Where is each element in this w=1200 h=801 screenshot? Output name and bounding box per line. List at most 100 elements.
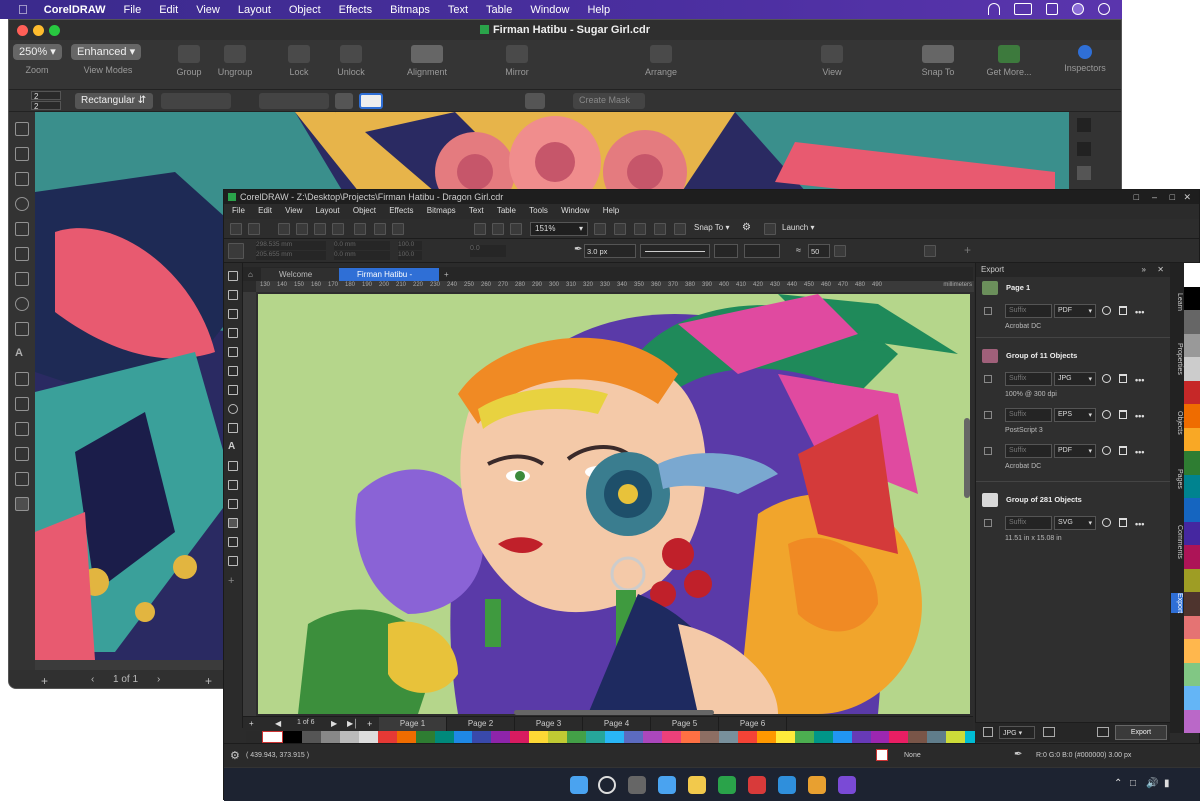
- w-field[interactable]: 0.0 mm: [334, 241, 390, 250]
- swatch[interactable]: [339, 731, 359, 743]
- start-icon[interactable]: [570, 776, 588, 794]
- add-tool-icon[interactable]: +: [228, 575, 238, 587]
- apple-icon[interactable]: : [18, 2, 28, 17]
- tab-page-4[interactable]: Page 4: [583, 717, 651, 731]
- viewmode-dropdown[interactable]: Enhanced ▾: [71, 44, 142, 60]
- tab-welcome[interactable]: Welcome Screen: [261, 268, 339, 292]
- swatch[interactable]: [358, 731, 378, 743]
- layers-icon[interactable]: [1077, 142, 1091, 156]
- shadow-tool-icon[interactable]: [15, 422, 29, 436]
- add-page-end-icon[interactable]: +: [367, 719, 372, 729]
- swatch[interactable]: [1184, 310, 1200, 334]
- volume-icon[interactable]: 🔊: [1146, 778, 1158, 789]
- swatch[interactable]: [1184, 568, 1200, 592]
- menu-app[interactable]: CorelDRAW: [44, 4, 106, 16]
- swatch[interactable]: [1184, 592, 1200, 616]
- menu-effects[interactable]: Effects: [389, 206, 413, 215]
- shape-dropdown[interactable]: Rectangular ⇵: [75, 93, 153, 109]
- trash-icon[interactable]: [1119, 518, 1127, 527]
- more-options-icon[interactable]: •••: [1135, 447, 1144, 457]
- fontmanager-icon[interactable]: [778, 776, 796, 794]
- text-tool-icon[interactable]: A: [228, 442, 238, 452]
- settings-gear-icon[interactable]: [1102, 446, 1111, 455]
- status-gear-icon[interactable]: ⚙: [230, 749, 240, 762]
- swatch[interactable]: [946, 731, 966, 743]
- swatch[interactable]: [1184, 263, 1200, 287]
- group-button[interactable]: Group: [169, 42, 209, 77]
- swatch[interactable]: [1184, 357, 1200, 381]
- swatch[interactable]: [1184, 427, 1200, 451]
- getmore-button[interactable]: Get More...: [981, 42, 1037, 77]
- save-icon[interactable]: [278, 223, 290, 235]
- menu-tools[interactable]: Tools: [529, 206, 548, 215]
- swatch[interactable]: [832, 731, 852, 743]
- suffix-input[interactable]: Suffix: [1005, 372, 1052, 386]
- swatch[interactable]: [491, 731, 511, 743]
- eyedropper-icon[interactable]: [335, 93, 353, 109]
- tab-page-5[interactable]: Page 5: [651, 717, 719, 731]
- tab-page-6[interactable]: Page 6: [719, 717, 787, 731]
- pick-tool-icon[interactable]: [228, 271, 238, 281]
- swatch[interactable]: [1184, 380, 1200, 404]
- swatch[interactable]: [586, 731, 606, 743]
- next-page-icon[interactable]: ›: [157, 674, 160, 685]
- pick-tool-icon[interactable]: [15, 122, 29, 136]
- tray-chevron-icon[interactable]: ⌃: [1114, 778, 1122, 789]
- import-icon[interactable]: [474, 223, 486, 235]
- last-page-icon[interactable]: ▶│: [347, 719, 358, 728]
- swatch[interactable]: [699, 731, 719, 743]
- battery-icon[interactable]: ▮: [1164, 778, 1170, 789]
- ellipse-tool-icon[interactable]: [15, 297, 29, 311]
- minimize-icon[interactable]: [33, 25, 44, 36]
- add-page-icon[interactable]: +: [249, 719, 254, 728]
- menu-bitmaps[interactable]: Bitmaps: [390, 4, 430, 16]
- snapto-button[interactable]: Snap To: [915, 42, 961, 77]
- polygon-tool-icon[interactable]: [228, 423, 238, 433]
- folder-icon[interactable]: [1097, 727, 1109, 737]
- next-page-icon[interactable]: ▶: [331, 719, 337, 728]
- color-palette[interactable]: [262, 731, 985, 743]
- settings-gear-icon[interactable]: [1102, 518, 1111, 527]
- swatch[interactable]: [548, 731, 568, 743]
- clock-icon[interactable]: [1098, 3, 1110, 15]
- artistic-media-icon[interactable]: [228, 366, 238, 376]
- guidelines-icon[interactable]: [654, 223, 666, 235]
- grid-icon[interactable]: [634, 223, 646, 235]
- tab-page-1[interactable]: Page 1: [379, 717, 447, 731]
- minimize-icon[interactable]: –: [1152, 190, 1157, 204]
- blend-tool-icon[interactable]: [15, 397, 29, 411]
- add-button[interactable]: +: [964, 243, 971, 257]
- more-options-icon[interactable]: •••: [1135, 307, 1144, 317]
- transparency-tool-icon[interactable]: [228, 518, 238, 528]
- wifi-icon[interactable]: [988, 3, 1000, 15]
- export-format-dropdown[interactable]: JPG ▾: [999, 726, 1035, 739]
- export-checkbox[interactable]: [984, 411, 992, 419]
- transparency-tool-icon[interactable]: [15, 447, 29, 461]
- rectangle-tool-icon[interactable]: [228, 385, 238, 395]
- swatch[interactable]: [472, 731, 492, 743]
- swatch[interactable]: [1184, 451, 1200, 475]
- start-arrow-dropdown[interactable]: [714, 244, 738, 258]
- format-dropdown[interactable]: EPS ▾: [1054, 408, 1096, 422]
- collapse-icon[interactable]: »: [1142, 263, 1146, 277]
- suffix-input[interactable]: Suffix: [1005, 304, 1052, 318]
- menu-layout[interactable]: Layout: [316, 206, 340, 215]
- create-mask-button[interactable]: Create Mask: [573, 93, 645, 109]
- menu-object[interactable]: Object: [353, 206, 376, 215]
- swatch[interactable]: [775, 731, 795, 743]
- swatch[interactable]: [1184, 639, 1200, 663]
- swatch[interactable]: [1184, 286, 1200, 310]
- polygon-tool-icon[interactable]: [15, 322, 29, 336]
- freehand-tool-icon[interactable]: [228, 347, 238, 357]
- swatch[interactable]: [908, 731, 928, 743]
- dragon-girl-artwork[interactable]: [258, 294, 970, 714]
- search-icon[interactable]: [598, 776, 616, 794]
- add-page-end-icon[interactable]: +: [205, 674, 212, 688]
- cloud-upload-icon[interactable]: [314, 223, 326, 235]
- swatch[interactable]: [1184, 498, 1200, 522]
- close-icon[interactable]: ✕: [1183, 190, 1191, 204]
- menu-edit[interactable]: Edit: [258, 206, 272, 215]
- eyedropper-tool-icon[interactable]: [228, 537, 238, 547]
- num-a-field[interactable]: 2: [31, 91, 61, 101]
- combine-buttons[interactable]: [259, 93, 329, 109]
